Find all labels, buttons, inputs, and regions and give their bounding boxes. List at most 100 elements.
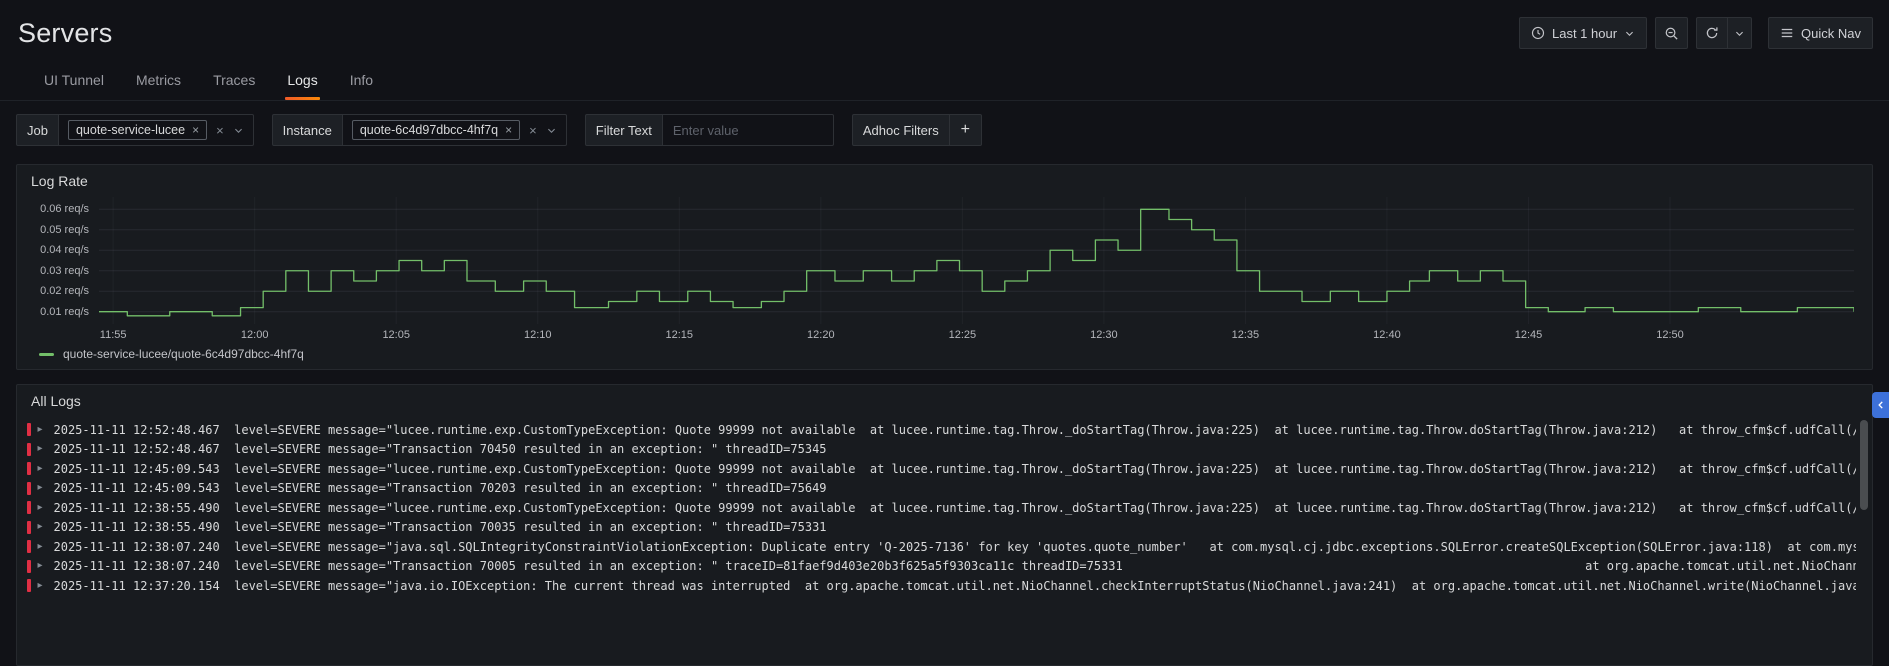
x-axis-label: 12:20 [807,329,835,341]
add-adhoc-filter-button[interactable]: + [950,114,982,146]
x-axis-label: 12:45 [1515,329,1543,341]
clear-selection-icon[interactable]: × [216,124,224,137]
log-row[interactable]: ▸2025-11-11 12:38:55.490 level=SEVERE me… [27,518,1856,538]
clear-selection-icon[interactable]: × [529,124,537,137]
log-rate-panel: Log Rate 0.01 req/s0.02 req/s0.03 req/s0… [16,164,1873,370]
x-axis-label: 12:30 [1090,329,1118,341]
collapse-pane-button[interactable] [1872,392,1889,418]
refresh-icon [1705,26,1719,40]
log-row[interactable]: ▸2025-11-11 12:38:07.240 level=SEVERE me… [27,557,1856,577]
legend-series-dash [39,353,54,356]
remove-chip-icon[interactable]: × [192,124,199,136]
expand-log-icon[interactable]: ▸ [38,444,46,454]
log-text: 2025-11-11 12:38:55.490 level=SEVERE mes… [54,501,1857,515]
log-text: 2025-11-11 12:52:48.467 level=SEVERE mes… [54,442,827,456]
magnifier-minus-icon [1664,26,1679,41]
filter-bar: Job quote-service-lucee × × Instance quo… [0,101,1889,158]
log-text: 2025-11-11 12:38:07.240 level=SEVERE mes… [54,540,1857,554]
instance-filter: Instance quote-6c4d97dbcc-4hf7q × × [272,114,567,146]
expand-log-icon[interactable]: ▸ [38,522,46,532]
expand-log-icon[interactable]: ▸ [38,503,46,513]
top-bar: Servers Last 1 hour [0,0,1889,60]
y-axis-label: 0.06 req/s [40,203,89,215]
page-title: Servers [18,18,112,49]
x-axis-label: 12:00 [241,329,269,341]
x-axis-label: 12:25 [949,329,977,341]
chevron-down-icon [1624,28,1635,39]
log-level-bar [27,540,31,553]
adhoc-filters-label: Adhoc Filters [852,114,950,146]
x-axis-label: 12:10 [524,329,552,341]
log-row[interactable]: ▸ 2025-11-11 12:52:48.467 level=SEVERE me… [27,420,1856,440]
refresh-button-group [1696,17,1752,49]
log-row[interactable]: ▸ 2025-11-11 12:38:55.490 level=SEVERE me… [27,498,1856,518]
expand-log-icon[interactable]: ▸ [38,425,46,435]
chart-legend: quote-service-lucee/quote-6c4d97dbcc-4hf… [17,344,1872,369]
log-text: 2025-11-11 12:37:20.154 level=SEVERE mes… [54,579,1857,593]
x-axis-label: 12:35 [1232,329,1260,341]
refresh-interval-dropdown[interactable] [1727,17,1752,49]
job-filter-label: Job [16,114,59,146]
toolbar: Last 1 hour [1519,17,1873,49]
tab-traces[interactable]: Traces [211,60,257,100]
filter-text-input[interactable] [663,114,834,146]
y-axis: 0.01 req/s0.02 req/s0.03 req/s0.04 req/s… [17,197,99,324]
job-filter: Job quote-service-lucee × × [16,114,254,146]
tab-ui-tunnel[interactable]: UI Tunnel [42,60,106,100]
expand-log-icon[interactable]: ▸ [38,483,46,493]
expand-log-icon[interactable]: ▸ [38,542,46,552]
x-axis-label: 12:05 [382,329,410,341]
remove-chip-icon[interactable]: × [505,124,512,136]
y-axis-label: 0.04 req/s [40,244,89,256]
log-level-bar [27,482,31,495]
log-rate-panel-title: Log Rate [17,165,1872,191]
tab-info[interactable]: Info [348,60,375,100]
filter-text-label: Filter Text [585,114,663,146]
expand-log-icon[interactable]: ▸ [38,464,46,474]
log-text: 2025-11-11 12:52:48.467 level=SEVERE mes… [54,423,1857,437]
log-level-bar [27,501,31,514]
expand-log-icon[interactable]: ▸ [38,561,46,571]
x-axis-label: 11:55 [100,329,127,341]
x-axis-label: 12:50 [1656,329,1684,341]
tab-bar: UI Tunnel Metrics Traces Logs Info [0,60,1889,101]
job-chip-label: quote-service-lucee [76,123,185,137]
quick-nav-label: Quick Nav [1801,26,1861,41]
tab-logs[interactable]: Logs [285,60,319,100]
log-level-bar [27,423,31,436]
x-axis-label: 12:40 [1373,329,1401,341]
zoom-out-time-button[interactable] [1655,17,1688,49]
all-logs-panel-title: All Logs [17,385,1872,411]
log-row[interactable]: ▸ 2025-11-11 12:38:07.240 level=SEVERE me… [27,537,1856,557]
log-level-bar [27,560,31,573]
refresh-button[interactable] [1696,17,1727,49]
job-selected-chip[interactable]: quote-service-lucee × [68,120,207,140]
expand-log-icon[interactable]: ▸ [38,581,46,591]
log-row[interactable]: ▸2025-11-11 12:45:09.543 level=SEVERE me… [27,479,1856,499]
x-axis-label: 12:15 [666,329,694,341]
log-text: 2025-11-11 12:45:09.543 level=SEVERE mes… [54,462,1857,476]
clock-icon [1531,26,1545,40]
chevron-left-icon [1876,400,1886,410]
chevron-down-icon[interactable] [546,125,557,136]
log-list: ▸ 2025-11-11 12:52:48.467 level=SEVERE me… [27,420,1856,665]
log-rate-chart[interactable] [99,197,1854,324]
job-filter-value[interactable]: quote-service-lucee × × [59,114,254,146]
log-row[interactable]: ▸ 2025-11-11 12:52:48.467 level=SEVERE me… [27,440,1856,460]
y-axis-label: 0.02 req/s [40,285,89,297]
instance-filter-value[interactable]: quote-6c4d97dbcc-4hf7q × × [343,114,567,146]
chevron-down-icon[interactable] [233,125,244,136]
log-row[interactable]: ▸ 2025-11-11 12:45:09.543 level=SEVERE me… [27,459,1856,479]
time-range-label: Last 1 hour [1552,26,1617,41]
vertical-scrollbar[interactable] [1860,420,1868,661]
tab-metrics[interactable]: Metrics [134,60,183,100]
time-range-picker-button[interactable]: Last 1 hour [1519,17,1647,49]
quick-nav-button[interactable]: Quick Nav [1768,17,1873,49]
log-row[interactable]: ▸ 2025-11-11 12:37:20.154 level=SEVERE me… [27,576,1856,596]
legend-series-label[interactable]: quote-service-lucee/quote-6c4d97dbcc-4hf… [63,347,304,361]
instance-selected-chip[interactable]: quote-6c4d97dbcc-4hf7q × [352,120,520,140]
chevron-down-icon [1734,28,1745,39]
scrollbar-thumb[interactable] [1860,420,1868,510]
log-level-bar [27,443,31,456]
log-level-bar [27,462,31,475]
